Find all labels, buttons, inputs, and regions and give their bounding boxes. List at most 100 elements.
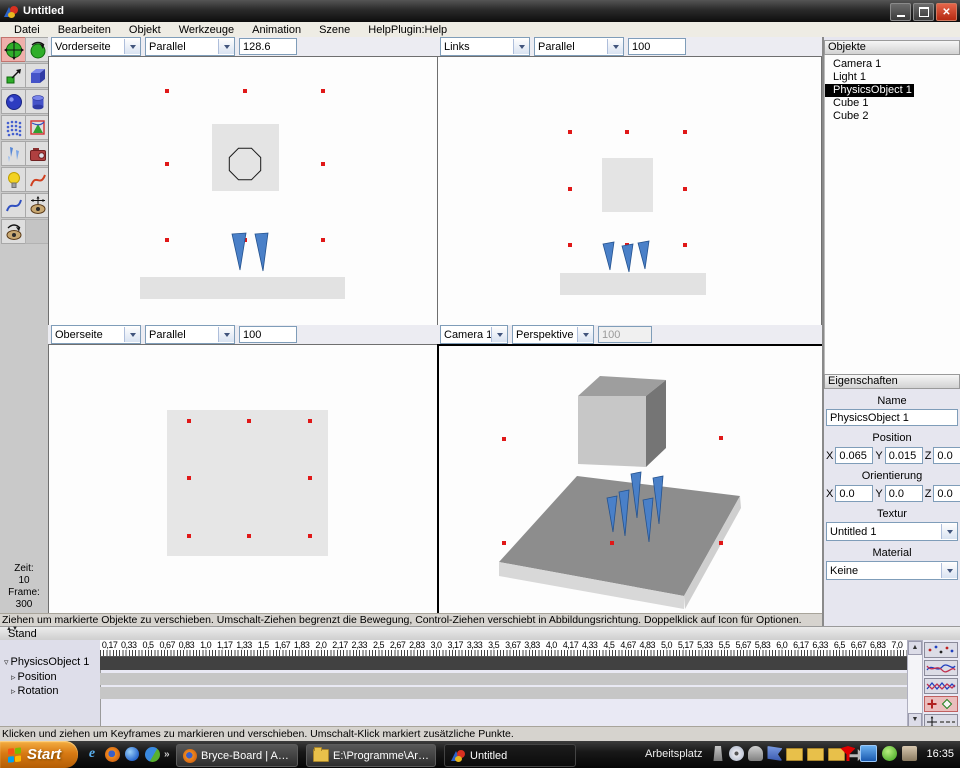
viewport2-projection-select[interactable]: Parallel [534,37,624,56]
texture-select[interactable]: Untitled 1 [826,522,958,541]
start-button[interactable]: Start [0,741,78,768]
firefox-icon[interactable] [104,746,120,762]
curve-red-tool[interactable] [25,167,50,192]
timeline-ruler[interactable]: 0,17 0,33 0,5 0,67 0,83 1,0 1,17 1,33 1,5 1,67 1,8… [100,640,907,657]
chevron-down-icon[interactable] [218,327,234,342]
position-z-field[interactable] [933,447,960,464]
create-particles-tool[interactable] [1,141,26,166]
material-select[interactable]: Keine [826,561,958,580]
viewport3-zoom-field[interactable] [239,326,297,343]
rotation-track-label[interactable]: ▹ Rotation [11,685,59,697]
menu-item-szene[interactable]: Szene [311,24,358,36]
collapse-triangle-icon[interactable]: ▿ [4,657,9,667]
volume-icon[interactable] [902,746,918,761]
viewport2-view-select[interactable]: Links [440,37,530,56]
create-sphere-tool[interactable] [1,89,26,114]
curve-linear-mode-button[interactable] [924,678,958,694]
curve-blue-tool[interactable] [1,193,26,218]
task-button-explorer[interactable]: E:\Programme\ArtOfI... [306,744,436,767]
position-x-field[interactable] [835,447,874,464]
timeline-scrollbar[interactable]: ▲ ▼ [907,640,923,728]
menu-item-animation[interactable]: Animation [244,24,309,36]
chevron-down-icon[interactable] [124,39,140,54]
expand-triangle-icon[interactable]: ▹ [11,686,16,696]
viewport-left[interactable] [437,56,822,327]
menu-item-datei[interactable]: Datei [6,24,48,36]
minimize-button[interactable] [890,3,911,21]
document-icon[interactable] [767,746,783,761]
orientation-y-field[interactable] [884,485,923,502]
deskband-label[interactable]: Arbeitsplatz [645,748,702,760]
user-icon[interactable] [748,746,764,761]
create-spline-mesh-tool[interactable] [1,115,26,140]
position-track-label[interactable]: ▹ Position [11,671,57,683]
google-earth-icon[interactable] [144,746,160,762]
viewport1-view-select[interactable]: Vorderseite [51,37,141,56]
viewport3-view-select[interactable]: Oberseite [51,325,141,344]
menu-item-bearbeiten[interactable]: Bearbeiten [50,24,119,36]
viewport2-zoom-field[interactable] [628,38,686,55]
viewport4-view-select[interactable]: Camera 1 [440,325,508,344]
curve-smooth-mode-button[interactable] [924,660,958,676]
pan-view-tool[interactable] [25,193,50,218]
object-list-item[interactable]: Cube 1 [825,97,960,110]
create-polygon-tool[interactable] [25,115,50,140]
position-track-row[interactable] [100,673,907,685]
viewport-top[interactable] [48,344,438,615]
object-name-field[interactable] [826,409,958,426]
menu-item-helpplugin-help[interactable]: HelpPlugin:Help [360,24,455,36]
object-track-row[interactable] [100,657,907,670]
object-list-item[interactable]: Light 1 [825,71,960,84]
create-camera-tool[interactable] [25,141,50,166]
menu-item-objekt[interactable]: Objekt [121,24,169,36]
viewport-camera[interactable] [437,344,824,617]
rotate-tool[interactable] [25,37,50,62]
object-track-label[interactable]: ▿ PhysicsObject 1 [4,656,89,668]
chevron-down-icon[interactable] [941,524,957,539]
create-cylinder-tool[interactable] [25,89,50,114]
scroll-down-icon[interactable]: ▼ [908,713,922,727]
shortcut-icon-1[interactable] [713,746,723,761]
chevron-down-icon[interactable] [218,39,234,54]
folder-icon[interactable] [786,748,804,761]
chevron-down-icon[interactable] [941,563,957,578]
chevron-down-icon[interactable] [513,39,529,54]
power-icon[interactable] [882,746,898,761]
chevron-down-icon[interactable] [491,327,507,342]
cd-drive-icon[interactable] [729,746,745,761]
rotation-track-row[interactable] [100,687,907,699]
object-list-item[interactable]: Camera 1 [825,58,960,71]
quick-launch-overflow-icon[interactable]: » [164,749,169,760]
expand-triangle-icon[interactable]: ▹ [11,672,16,682]
chevron-down-icon[interactable] [124,327,140,342]
orientation-x-field[interactable] [835,485,874,502]
task-button-browser[interactable]: Bryce-Board | Art of I... [176,744,298,767]
edit-keyframe-mode-button[interactable] [924,696,958,712]
menu-item-werkzeuge[interactable]: Werkzeuge [171,24,242,36]
viewport1-projection-select[interactable]: Parallel [145,37,235,56]
create-cube-tool[interactable] [25,63,50,88]
orientation-z-field[interactable] [933,485,960,502]
close-button[interactable]: ✕ [936,3,957,21]
maximize-button[interactable] [913,3,934,21]
rotate-view-tool[interactable] [1,219,26,244]
chevron-down-icon[interactable] [607,39,623,54]
display-icon[interactable] [860,745,878,762]
panel-resize-handle[interactable]: ▲▼ [6,626,18,632]
task-button-untitled[interactable]: Untitled [444,744,576,767]
viewport3-projection-select[interactable]: Parallel [145,325,235,344]
position-y-field[interactable] [884,447,923,464]
scroll-up-icon[interactable]: ▲ [908,641,922,655]
object-list-item[interactable]: Cube 2 [825,110,960,123]
move-tool[interactable] [1,37,26,62]
media-player-icon[interactable] [124,746,140,762]
internet-explorer-icon[interactable]: e [84,746,100,762]
viewport-front[interactable] [48,56,438,327]
object-list-item[interactable]: PhysicsObject 1 [825,84,914,97]
viewport1-zoom-field[interactable] [239,38,297,55]
keyframe-dots-mode-button[interactable] [924,642,958,658]
folder-icon[interactable] [807,748,825,761]
chevron-down-icon[interactable] [577,327,593,342]
scale-tool[interactable] [1,63,26,88]
create-light-tool[interactable] [1,167,26,192]
